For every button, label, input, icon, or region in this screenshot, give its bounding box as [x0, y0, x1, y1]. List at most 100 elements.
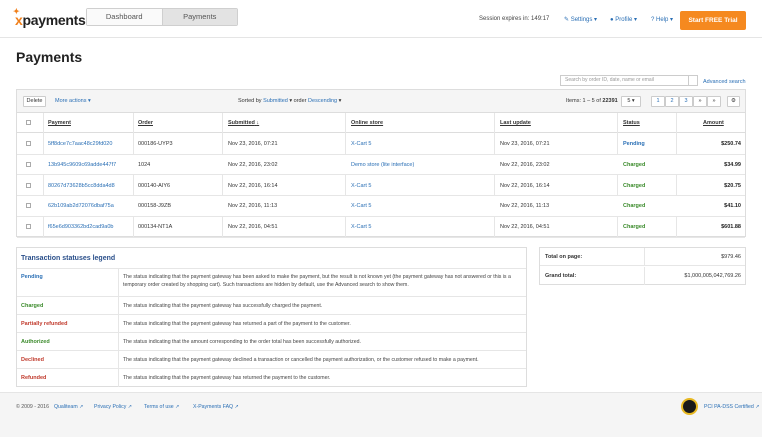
amount-value: $41.10	[724, 203, 741, 210]
search-icon[interactable]	[688, 75, 698, 86]
submitted-date: Nov 22, 2016, 16:14	[228, 182, 278, 189]
totals-box: Total on page: $979.46 Grand total: $1,0…	[539, 247, 746, 285]
payment-link[interactable]: f65e6d903362bd2cad9a0b	[48, 224, 132, 230]
col-online-store[interactable]: Online store	[351, 120, 383, 126]
col-status[interactable]: Status	[623, 120, 640, 126]
settings-menu[interactable]: ✎ Settings ▾	[564, 16, 597, 23]
payment-link[interactable]: 13b945c9609c69adde447f7	[48, 162, 132, 168]
store-link[interactable]: X-Cart 5	[351, 183, 491, 189]
grand-total-value: $1,000,005,042,769.26	[684, 273, 741, 279]
tab-payments[interactable]: Payments	[161, 9, 237, 25]
status-label: Charged	[623, 161, 646, 168]
external-link-icon: ↗	[175, 404, 180, 410]
user-icon: ●	[610, 17, 614, 23]
footer-link-qualiteam[interactable]: Qualiteam ↗	[54, 404, 83, 410]
sort-field-select[interactable]: Submitted	[263, 98, 288, 104]
col-order[interactable]: Order	[138, 120, 153, 126]
store-link[interactable]: X-Cart 5	[351, 203, 491, 209]
search-input[interactable]: Search by order ID, date, name or email	[560, 75, 698, 86]
logo[interactable]: ✦ xpayments	[13, 7, 86, 28]
sorted-by-label: Sorted by	[238, 98, 262, 104]
sort-arrow-icon: ↓	[256, 120, 260, 126]
row-checkbox[interactable]	[26, 161, 31, 167]
legend-row: Refunded The status indicating that the p…	[17, 368, 526, 387]
profile-menu[interactable]: ● Profile ▾	[610, 16, 637, 23]
more-actions-menu[interactable]: More actions ▾	[55, 98, 91, 104]
row-checkbox[interactable]	[26, 203, 31, 209]
payment-link[interactable]: 62b109ab2d72076dbaf75a	[48, 203, 132, 209]
col-amount[interactable]: Amount	[703, 120, 724, 126]
last-update-date: Nov 23, 2016, 07:21	[500, 141, 550, 147]
start-trial-button[interactable]: Start FREE Trial	[680, 11, 746, 30]
page-1-button[interactable]: 1	[651, 96, 665, 107]
submitted-date: Nov 22, 2016, 23:02	[228, 161, 278, 168]
col-last-update[interactable]: Last update	[500, 120, 531, 126]
table-row: 5ff8dce7c7aac48c29fd020 000186-UYP3 Nov 23…	[17, 134, 745, 155]
last-update-date: Nov 22, 2016, 11:13	[500, 203, 550, 210]
order-id: 000158-J9ZB	[138, 203, 172, 210]
help-menu[interactable]: ? Help ▾	[651, 16, 673, 23]
per-page-select[interactable]: 5 ▾	[621, 96, 641, 107]
status-label: Charged	[623, 224, 646, 231]
total-on-page-row: Total on page: $979.46	[540, 248, 745, 266]
legend-status-description: The status indicating that the payment g…	[123, 274, 511, 288]
divider	[644, 267, 645, 285]
last-update-date: Nov 22, 2016, 04:51	[500, 224, 550, 231]
payment-link[interactable]: 80267d73628b5cc8dda4d8	[48, 183, 132, 189]
table-body: 5ff8dce7c7aac48c29fd020 000186-UYP3 Nov 23…	[17, 134, 745, 238]
store-link[interactable]: X-Cart 5	[351, 224, 491, 230]
grand-total-label: Grand total:	[545, 273, 577, 279]
amount-value: $34.99	[724, 161, 741, 168]
col-payment[interactable]: Payment	[48, 120, 71, 126]
order-label: order	[293, 98, 307, 104]
advanced-search-link[interactable]: Advanced search	[703, 79, 746, 85]
row-checkbox[interactable]	[26, 224, 31, 230]
sort-controls: Sorted by Submitted ▾ order Descending ▾	[238, 98, 342, 104]
legend-row: Authorized The status indicating that the…	[17, 332, 526, 350]
divider	[118, 297, 119, 314]
footer-link-terms[interactable]: Terms of use ↗	[144, 404, 180, 410]
row-checkbox[interactable]	[26, 141, 31, 146]
legend-status-name: Refunded	[21, 375, 47, 381]
footer-link-privacy[interactable]: Privacy Policy ↗	[94, 404, 132, 410]
tab-dashboard[interactable]: Dashboard	[87, 9, 162, 25]
gear-icon[interactable]: ⚙	[727, 96, 740, 107]
footer-link-faq[interactable]: X-Payments FAQ ↗	[193, 404, 239, 410]
legend-status-description: The status indicating that the payment g…	[123, 357, 479, 363]
external-link-icon: ↗	[79, 404, 84, 410]
pci-badge-icon	[681, 398, 698, 415]
page-2-button[interactable]: 2	[665, 96, 679, 107]
store-link[interactable]: X-Cart 5	[351, 141, 491, 147]
submitted-date: Nov 22, 2016, 11:13	[228, 203, 278, 210]
legend-row: Declined The status indicating that the p…	[17, 350, 526, 368]
legend-status-name: Declined	[21, 357, 44, 363]
col-submitted[interactable]: Submitted ↓	[228, 120, 259, 126]
sort-order-select[interactable]: Descending	[308, 98, 337, 104]
delete-button[interactable]: Delete	[23, 96, 46, 107]
store-link[interactable]: Demo store (lite interface)	[351, 162, 491, 168]
page-3-button[interactable]: 3	[679, 96, 693, 107]
star-icon: ✦	[13, 7, 20, 16]
legend-title: Transaction statuses legend	[21, 255, 116, 262]
divider	[644, 248, 645, 265]
main-tabs: Dashboard Payments	[86, 8, 238, 26]
legend-status-name: Charged	[21, 303, 44, 309]
table-row: 80267d73628b5cc8dda4d8 000140-AIY6 Nov 22,…	[17, 176, 745, 197]
row-checkbox[interactable]	[26, 182, 31, 188]
top-header: ✦ xpayments Dashboard Payments Session ex…	[0, 0, 762, 38]
last-page-button[interactable]: »	[707, 96, 721, 107]
session-timer: Session expires in: 149:17	[479, 16, 550, 22]
amount-value: $20.75	[724, 182, 741, 189]
amount-value: $601.88	[721, 224, 741, 231]
total-on-page-label: Total on page:	[545, 254, 583, 260]
status-label: Pending	[623, 141, 645, 147]
payment-link[interactable]: 5ff8dce7c7aac48c29fd020	[48, 141, 132, 147]
page-title: Payments	[16, 49, 83, 65]
pci-certified-link[interactable]: PCI PA-DSS Certified ↗	[704, 404, 760, 410]
next-page-button[interactable]: »	[693, 96, 707, 107]
footer: © 2009 - 2016 Qualiteam ↗ Privacy Policy…	[0, 392, 762, 437]
submitted-date: Nov 22, 2016, 04:51	[228, 224, 278, 231]
select-all-checkbox[interactable]	[26, 120, 31, 125]
table-row: 62b109ab2d72076dbaf75a 000158-J9ZB Nov 22,…	[17, 196, 745, 217]
last-update-date: Nov 22, 2016, 23:02	[500, 161, 550, 168]
